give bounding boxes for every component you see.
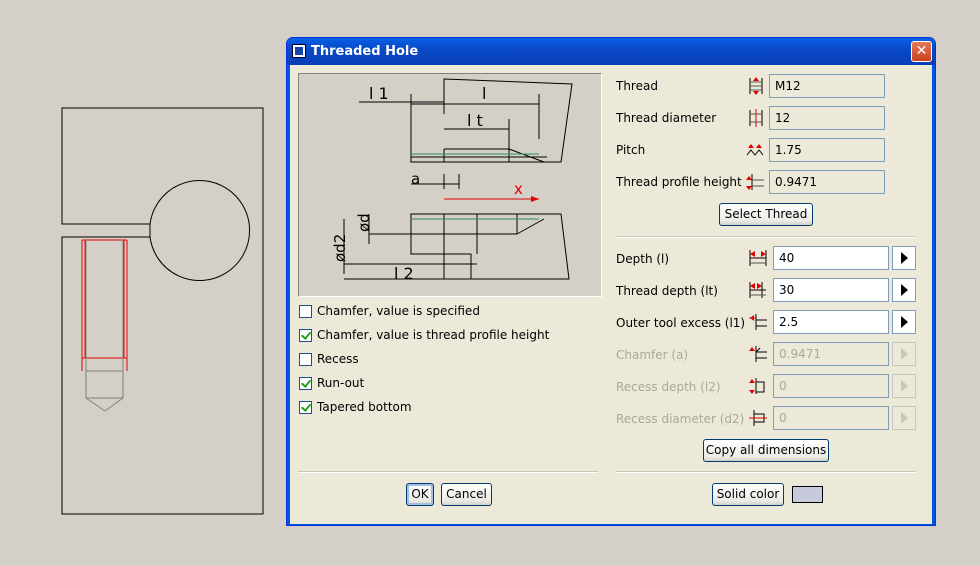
separator: [298, 471, 598, 473]
select-thread-button[interactable]: Select Thread: [719, 203, 813, 226]
depth-icon: [749, 250, 767, 266]
pitch-label: Pitch: [616, 143, 646, 157]
preview-label-d: ød: [355, 213, 373, 232]
recess-diameter-input[interactable]: 0: [773, 406, 889, 430]
thread-icon: [749, 77, 763, 95]
thread-diameter-field: 12: [769, 106, 885, 130]
preview-label-l2: l 2: [394, 264, 414, 283]
preview-drawing: l 1 l l t a x l 2 ød ød2: [331, 78, 573, 283]
thread-diameter-label: Thread diameter: [616, 111, 717, 125]
cad-hole-lines: [85, 241, 124, 412]
preview-label-a: a: [411, 170, 420, 188]
preview-label-x: x: [514, 180, 523, 198]
preview-label-l: l: [482, 84, 486, 103]
thread-field: M12: [769, 74, 885, 98]
profile-height-icon: [746, 174, 764, 190]
depth-label: Depth (l): [616, 252, 670, 266]
chamfer-icon: [749, 346, 767, 362]
cad-thread-lines: [81, 239, 128, 371]
thread-preview: l 1 l l t a x l 2 ød ød2: [298, 73, 602, 297]
cancel-button[interactable]: Cancel: [441, 483, 492, 506]
close-button[interactable]: ✕: [911, 41, 932, 62]
recess-diameter-icon: [749, 410, 767, 426]
checkbox-box[interactable]: [299, 400, 312, 414]
thread-profile-height-field: 0.9471: [769, 170, 885, 194]
checkbox-chamfer-specified[interactable]: Chamfer, value is specified: [299, 303, 480, 319]
chamfer-arrow-button[interactable]: [892, 342, 916, 366]
solid-color-button[interactable]: Solid color: [712, 483, 784, 506]
checkbox-box[interactable]: [299, 304, 312, 318]
thread-depth-label: Thread depth (lt): [616, 284, 718, 298]
preview-label-lt: l t: [467, 111, 483, 130]
cad-part-outline: [61, 107, 264, 515]
thread-depth-icon: [749, 282, 766, 298]
ok-button[interactable]: OK: [406, 483, 434, 506]
preview-label-l1: l 1: [369, 84, 389, 103]
outer-tool-excess-icon: [749, 314, 767, 330]
recess-depth-arrow-button[interactable]: [892, 374, 916, 398]
thread-depth-input[interactable]: 30: [773, 278, 889, 302]
dialog-title: Threaded Hole: [311, 44, 419, 59]
thread-label: Thread: [616, 79, 658, 93]
separator: [616, 471, 916, 473]
recess-diameter-arrow-button[interactable]: [892, 406, 916, 430]
outer-tool-excess-label: Outer tool excess (l1): [616, 316, 746, 330]
separator: [616, 236, 916, 238]
solid-color-swatch[interactable]: [792, 486, 823, 503]
threaded-hole-dialog: Threaded Hole ✕ l 1 l l t a x l 2 ød ød2…: [286, 37, 936, 526]
recess-depth-label: Recess depth (l2): [616, 380, 721, 394]
recess-depth-input[interactable]: 0: [773, 374, 889, 398]
app-icon: [292, 44, 306, 58]
chamfer-label: Chamfer (a): [616, 348, 689, 362]
chamfer-input[interactable]: 0.9471: [773, 342, 889, 366]
preview-label-d2: ød2: [331, 234, 349, 262]
depth-input[interactable]: 40: [773, 246, 889, 270]
outer-tool-excess-input[interactable]: 2.5: [773, 310, 889, 334]
checkbox-tapered-bottom[interactable]: Tapered bottom: [299, 399, 412, 415]
checkbox-run-out[interactable]: Run-out: [299, 375, 364, 391]
pitch-icon: [746, 144, 764, 156]
recess-diameter-label: Recess diameter (d2): [616, 412, 745, 426]
pitch-field: 1.75: [769, 138, 885, 162]
checkbox-box[interactable]: [299, 352, 312, 366]
title-bar[interactable]: Threaded Hole ✕: [287, 38, 935, 65]
depth-arrow-button[interactable]: [892, 246, 916, 270]
checkbox-recess[interactable]: Recess: [299, 351, 359, 367]
dialog-body: l 1 l l t a x l 2 ød ød2 Chamfer, value …: [290, 65, 932, 524]
thread-depth-arrow-button[interactable]: [892, 278, 916, 302]
checkbox-chamfer-profile-height[interactable]: Chamfer, value is thread profile height: [299, 327, 549, 343]
diameter-icon: [749, 109, 763, 127]
thread-profile-height-label: Thread profile height: [616, 175, 742, 189]
copy-all-dimensions-button[interactable]: Copy all dimensions: [703, 439, 829, 462]
checkbox-box[interactable]: [299, 376, 312, 390]
checkbox-box[interactable]: [299, 328, 312, 342]
recess-depth-icon: [749, 378, 765, 394]
outer-tool-excess-arrow-button[interactable]: [892, 310, 916, 334]
